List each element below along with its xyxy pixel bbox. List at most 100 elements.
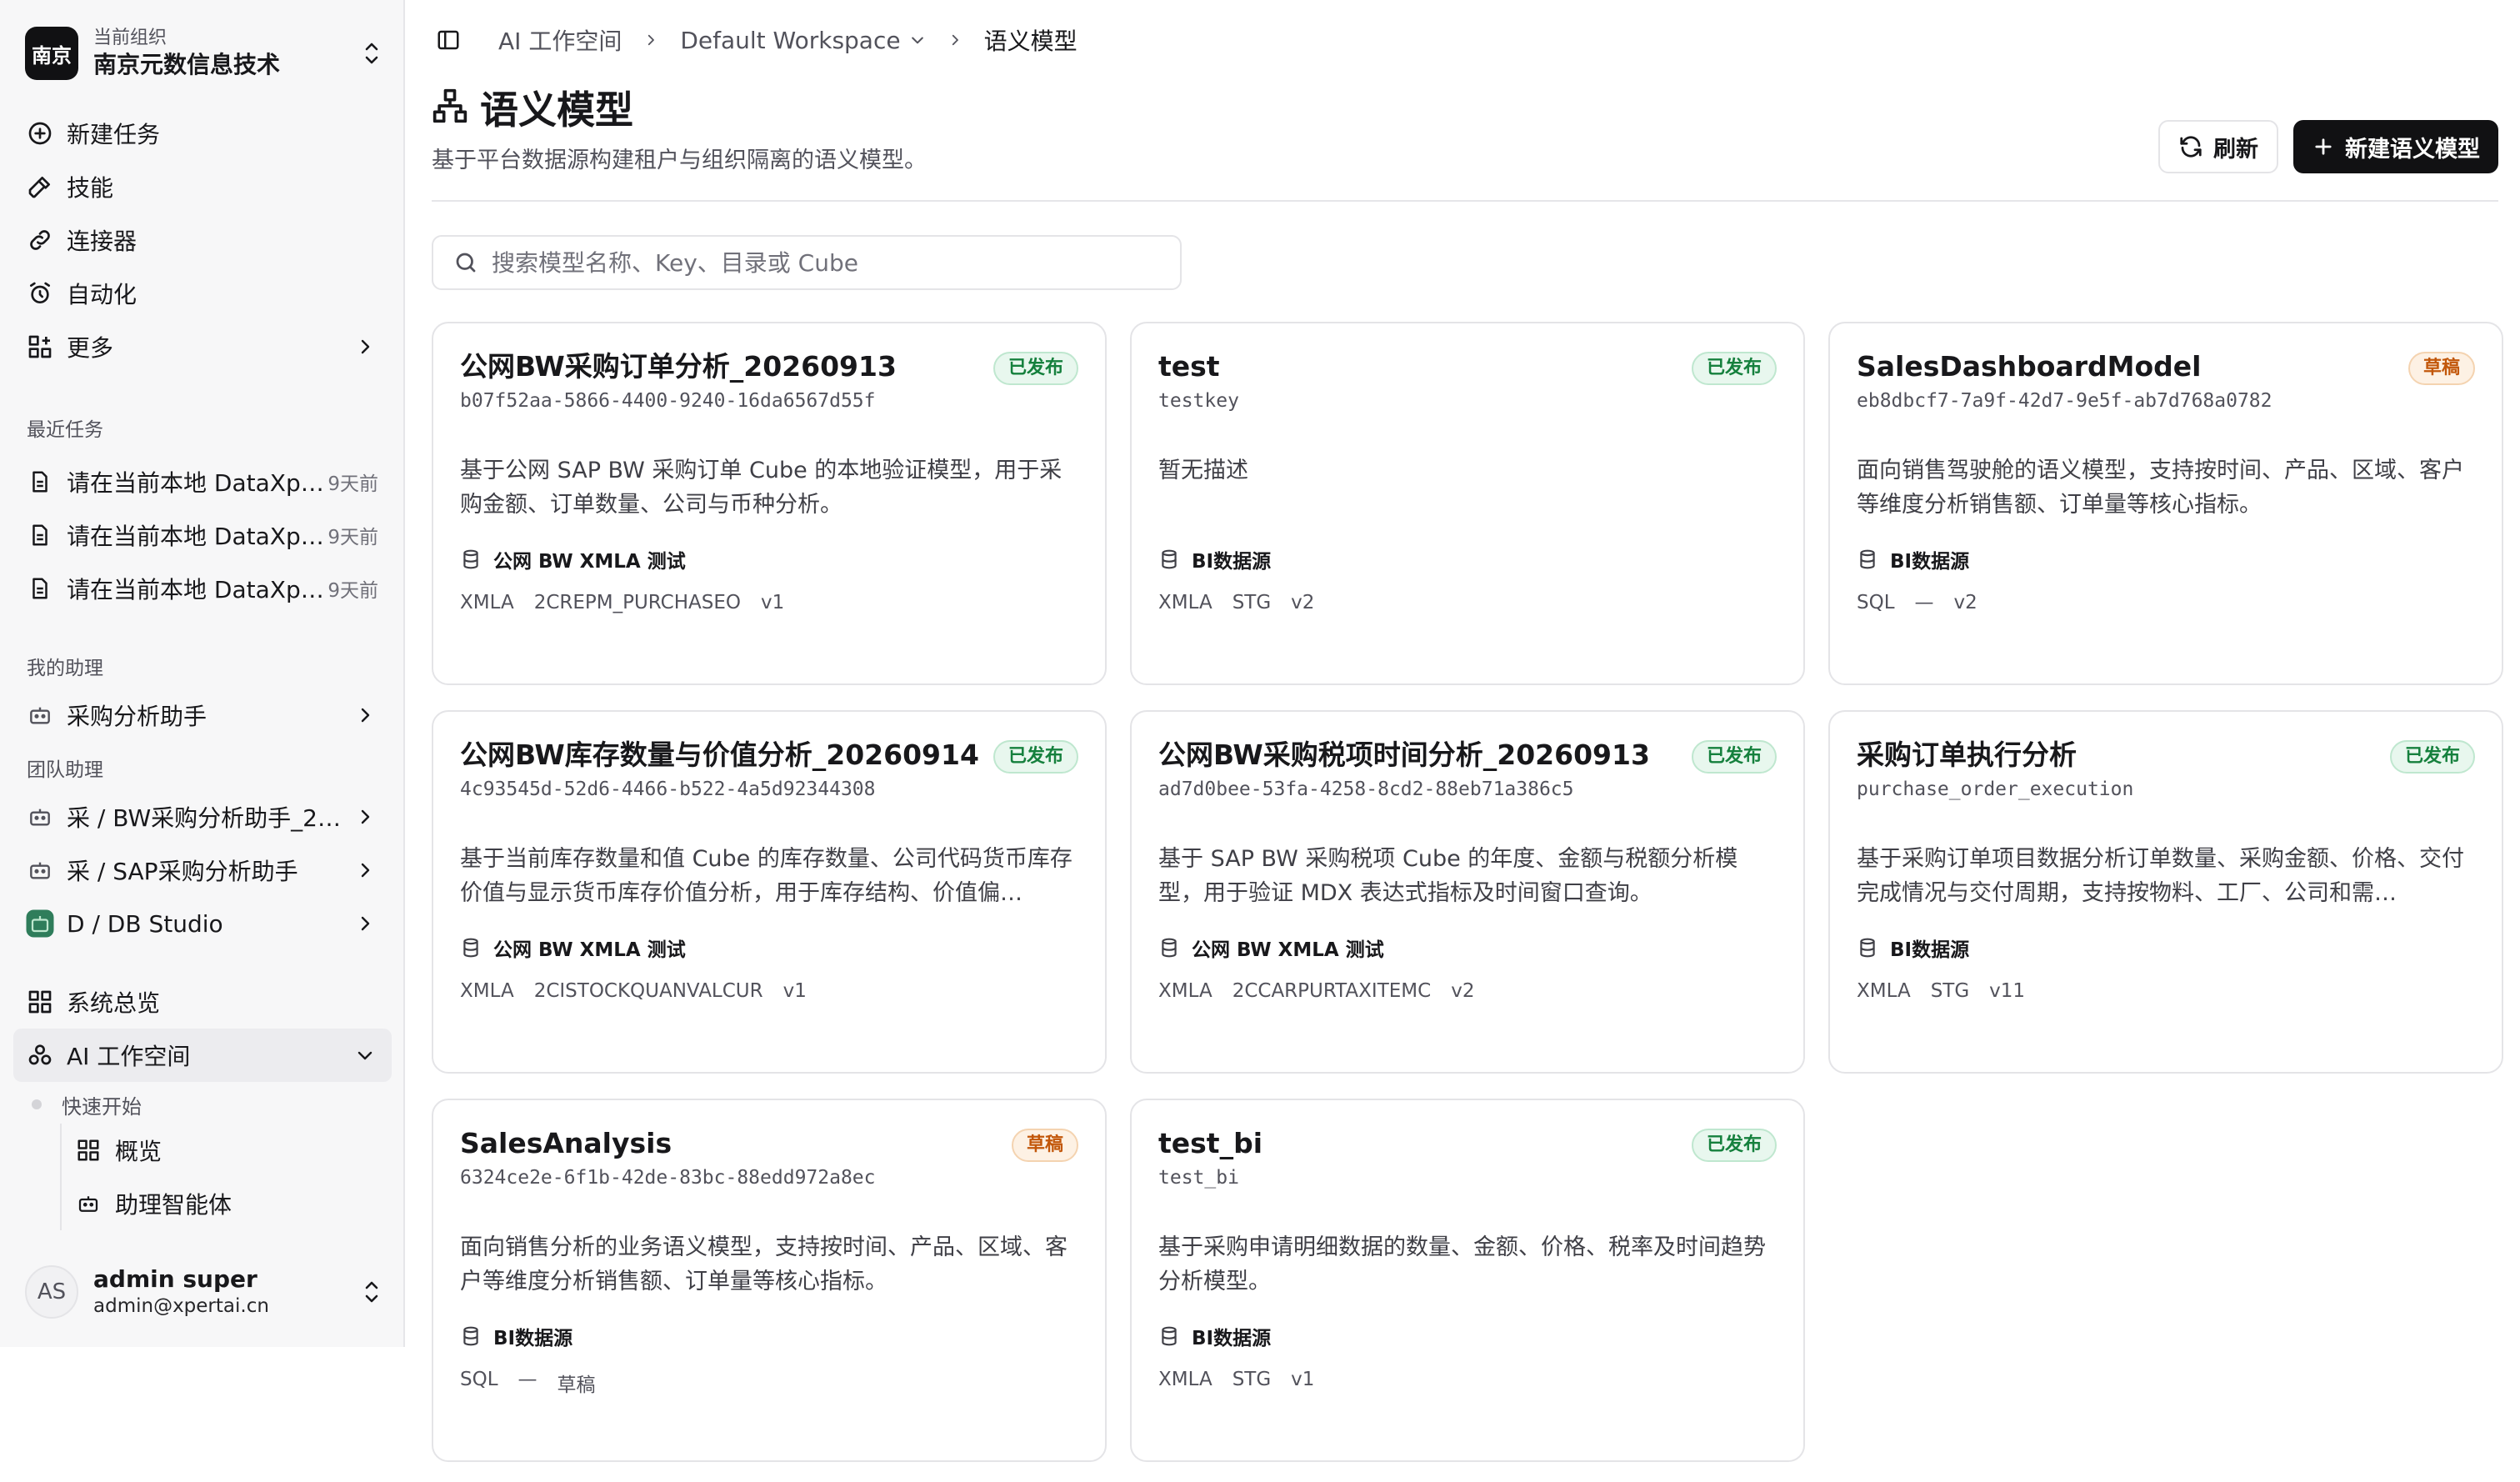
model-description: 基于当前库存数量和值 Cube 的库存数量、公司代码货币库存价值与显示货币库存价…	[460, 846, 1072, 906]
nav-skills[interactable]: 技能	[13, 160, 392, 213]
model-key: 4c93545d-52d6-4466-b522-4a5d92344308	[460, 779, 876, 800]
nav-automation[interactable]: 自动化	[13, 267, 392, 320]
search-box[interactable]	[432, 235, 1182, 290]
nav-ai-workspace[interactable]: AI 工作空间	[13, 1029, 392, 1082]
database-icon	[1857, 937, 1878, 959]
nav-system-overview[interactable]: 系统总览	[13, 975, 392, 1029]
search-input[interactable]	[492, 248, 1180, 277]
sidebar: 南京 当前组织 南京元数信息技术 新建任务 技能 连接器 自动化 更多 最近任务…	[0, 0, 405, 1347]
model-key: ad7d0bee-53fa-4258-8cd2-88eb71a386c5	[1158, 779, 1574, 800]
team-assistant-label: D / DB Studio	[67, 909, 223, 938]
model-card[interactable]: SalesAnalysis 草稿 6324ce2e-6f1b-42de-83bc…	[432, 1099, 1107, 1462]
model-title: 公网BW采购税项时间分析_20260913	[1158, 738, 1650, 771]
model-card[interactable]: 公网BW采购订单分析_20260913 已发布 b07f52aa-5866-44…	[432, 322, 1107, 685]
model-description: 面向销售驾驶舱的语义模型，支持按时间、产品、区域、客户等维度分析销售额、订单量等…	[1857, 458, 2464, 518]
model-card[interactable]: test_bi 已发布 test_bi 基于采购申请明细数据的数量、金额、价格、…	[1130, 1099, 1805, 1462]
layout-grid-icon	[73, 1135, 103, 1165]
model-version: v1	[782, 980, 807, 1002]
model-source-label: 公网 BW XMLA 测试	[493, 939, 686, 961]
org-name: 南京元数信息技术	[93, 51, 281, 78]
status-badge: 已发布	[1691, 352, 1777, 385]
recent-task-item[interactable]: 请在当前本地 DataXp… 9天前	[13, 508, 392, 562]
page-title: 语义模型	[480, 88, 633, 133]
chevron-down-icon[interactable]	[909, 32, 926, 48]
page-header: 语义模型	[432, 80, 633, 135]
nav-label: 更多	[67, 334, 114, 362]
assistant-item[interactable]: 采购分析助手	[13, 688, 392, 742]
model-cube: STG	[1232, 592, 1272, 613]
model-cube: STG	[1930, 980, 1970, 1002]
recent-task-item[interactable]: 请在当前本地 DataXp… 9天前	[13, 455, 392, 508]
chevron-right-icon	[350, 332, 380, 362]
search-icon	[453, 250, 478, 275]
sub-item-agents[interactable]: 助理智能体	[73, 1177, 392, 1230]
model-title: SalesAnalysis	[460, 1127, 672, 1159]
status-badge: 已发布	[1691, 740, 1777, 774]
model-card[interactable]: 公网BW库存数量与价值分析_20260914 已发布 4c93545d-52d6…	[432, 710, 1107, 1074]
model-cube: 2CREPM_PURCHASEO	[533, 592, 741, 613]
plus-circle-icon	[25, 118, 55, 148]
refresh-button[interactable]: 刷新	[2158, 120, 2278, 173]
recent-task-label: 请在当前本地 DataXp…	[67, 576, 324, 603]
plus-icon	[2312, 135, 2335, 158]
quick-start-label: 快速开始	[62, 1094, 142, 1119]
refresh-label: 刷新	[2213, 136, 2258, 163]
model-meta: XMLA STG v2	[1158, 592, 1777, 613]
model-key: purchase_order_execution	[1857, 779, 2134, 800]
model-meta: XMLA STG v1	[1158, 1369, 1777, 1390]
org-switcher[interactable]: 南京 当前组织 南京元数信息技术	[25, 22, 383, 85]
sidebar-toggle-icon[interactable]	[432, 23, 465, 57]
model-title: test	[1158, 350, 1220, 383]
bot-icon	[25, 700, 55, 730]
header-divider	[432, 200, 2498, 202]
team-assistant-item[interactable]: 采 / SAP采购分析助手	[13, 844, 392, 897]
breadcrumb-ai-workspace[interactable]: AI 工作空间	[498, 23, 622, 57]
recent-task-item[interactable]: 请在当前本地 DataXp… 9天前	[13, 562, 392, 615]
sub-item-overview[interactable]: 概览	[73, 1124, 392, 1177]
model-title: test_bi	[1158, 1127, 1263, 1159]
status-badge: 草稿	[2408, 352, 2475, 385]
model-source: BI数据源	[1857, 545, 2475, 573]
model-source-label: BI数据源	[1192, 551, 1272, 573]
model-title: 公网BW库存数量与价值分析_20260914	[460, 738, 979, 771]
team-assistant-label: 采 / BW采购分析助手_2…	[67, 804, 341, 832]
new-model-label: 新建语义模型	[2345, 136, 2480, 163]
new-semantic-model-button[interactable]: 新建语义模型	[2293, 120, 2498, 173]
bot-icon	[25, 802, 55, 832]
recent-tasks-list: 请在当前本地 DataXp… 9天前 请在当前本地 DataXp… 9天前 请在…	[13, 455, 392, 615]
model-card[interactable]: 采购订单执行分析 已发布 purchase_order_execution 基于…	[1828, 710, 2503, 1074]
model-source-label: BI数据源	[1890, 551, 1970, 573]
model-cube: 2CCARPURTAXITEMC	[1232, 980, 1432, 1002]
hammer-icon	[25, 172, 55, 202]
team-assistant-item[interactable]: 采 / BW采购分析助手_2…	[13, 790, 392, 844]
team-assistant-item[interactable]: D / DB Studio	[13, 897, 392, 950]
recent-tasks-title: 最近任务	[27, 419, 103, 441]
link-icon	[25, 225, 55, 255]
team-assistants-title: 团队助理	[27, 759, 103, 781]
nav-label: 系统总览	[67, 989, 161, 1017]
status-badge: 已发布	[1691, 1129, 1777, 1162]
nav-new-task[interactable]: 新建任务	[13, 107, 392, 160]
model-card[interactable]: 公网BW采购税项时间分析_20260913 已发布 ad7d0bee-53fa-…	[1130, 710, 1805, 1074]
nav-more[interactable]: 更多	[13, 320, 392, 373]
recent-task-time: 9天前	[328, 473, 378, 495]
model-description: 基于采购申请明细数据的数量、金额、价格、税率及时间趋势分析模型。	[1158, 1234, 1766, 1294]
main-nav: 新建任务 技能 连接器 自动化 更多	[13, 107, 392, 373]
assistant-label: 采购分析助手	[67, 703, 208, 730]
user-menu[interactable]: AS admin super admin@xpertai.cn	[25, 1260, 383, 1324]
nav-connectors[interactable]: 连接器	[13, 213, 392, 267]
model-version: v11	[1989, 980, 2026, 1002]
recent-task-time: 9天前	[328, 527, 378, 548]
breadcrumb-workspace-select[interactable]: Default Workspace	[680, 27, 900, 54]
model-key: test_bi	[1158, 1167, 1239, 1189]
model-source-label: 公网 BW XMLA 测试	[1192, 939, 1384, 961]
model-type: XMLA	[1158, 592, 1212, 613]
model-description: 基于公网 SAP BW 采购订单 Cube 的本地验证模型，用于采购金额、订单数…	[460, 458, 1062, 518]
nav-label: AI 工作空间	[67, 1043, 191, 1070]
workspace-submenu: 快速开始 概览 助理智能体	[25, 1085, 392, 1230]
model-meta: SQL — v2	[1857, 592, 2475, 613]
model-card[interactable]: SalesDashboardModel 草稿 eb8dbcf7-7a9f-42d…	[1828, 322, 2503, 685]
semantic-model-icon	[432, 88, 468, 128]
model-card[interactable]: test 已发布 testkey 暂无描述 BI数据源 XMLA STG v2	[1130, 322, 1805, 685]
model-version: v2	[1451, 980, 1475, 1002]
